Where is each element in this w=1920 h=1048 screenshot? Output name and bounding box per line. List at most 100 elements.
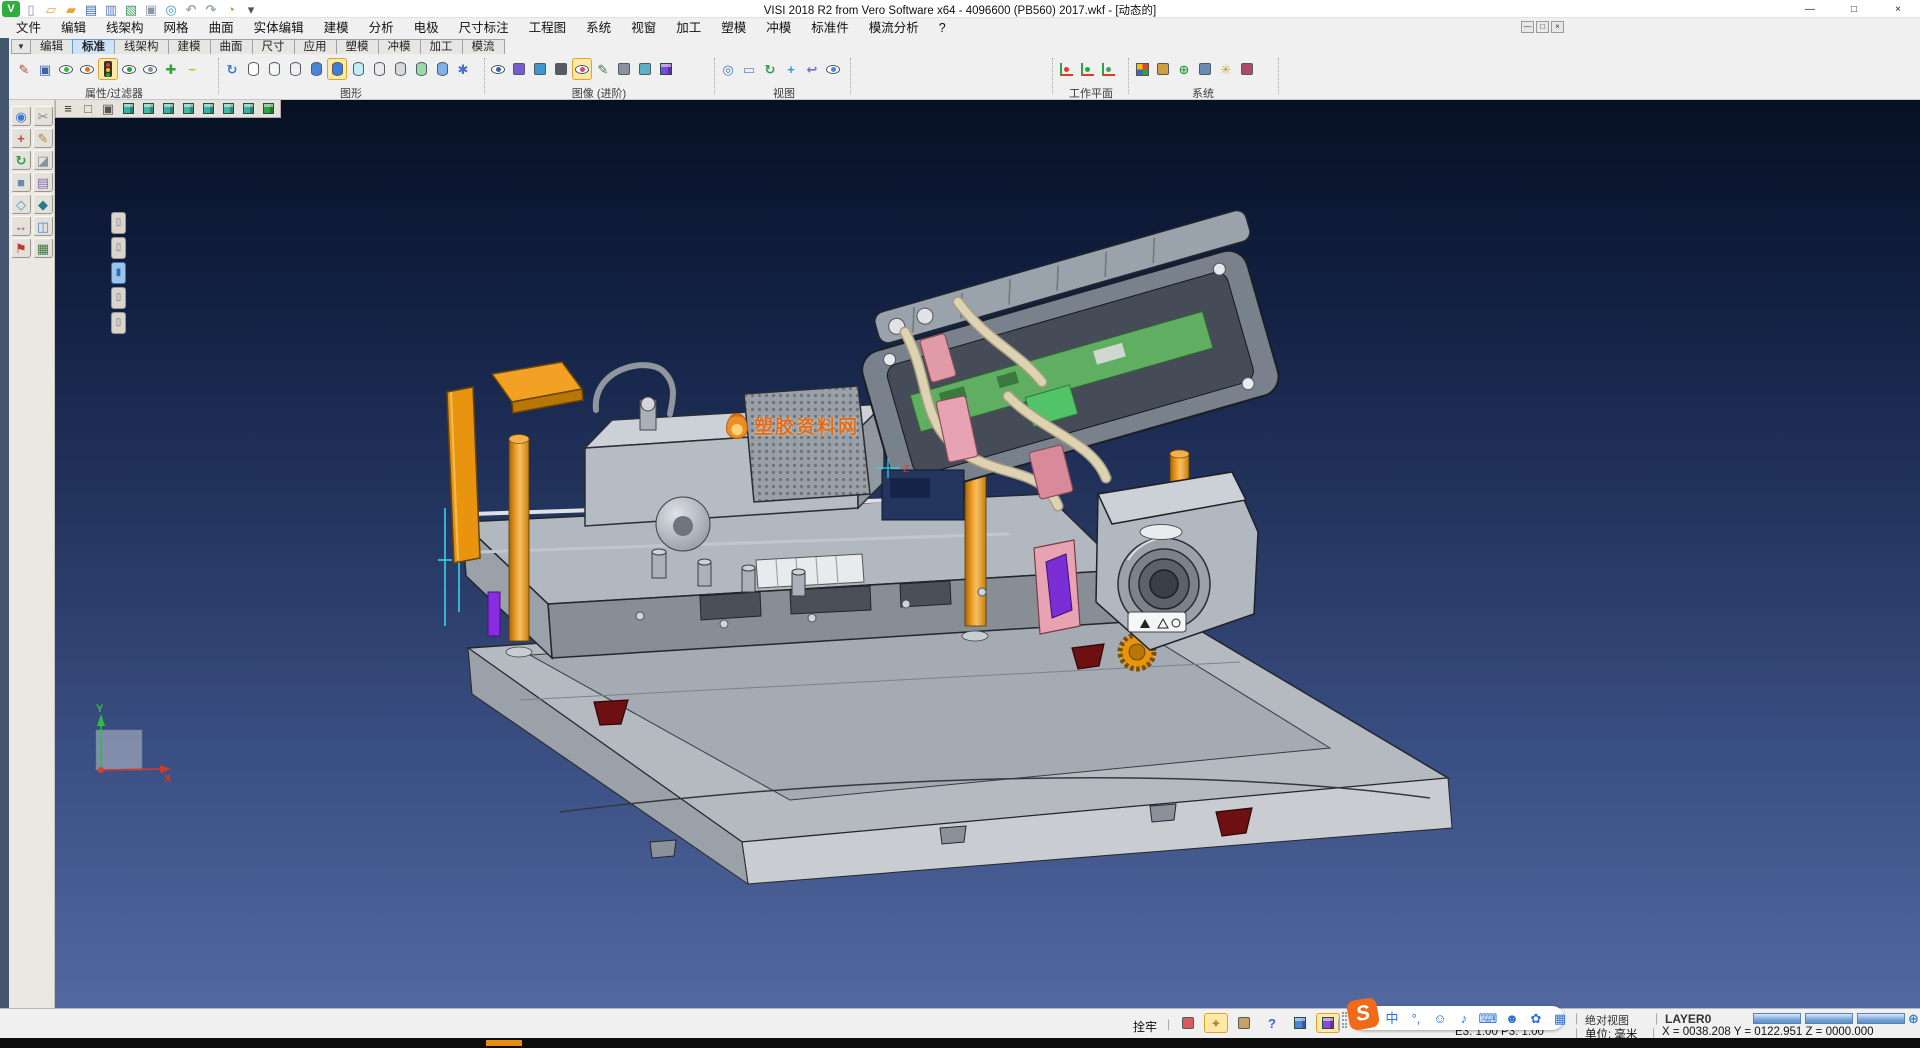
ime-skin[interactable]: ✿ bbox=[1528, 1009, 1544, 1027]
menu-item[interactable]: 编辑 bbox=[51, 18, 96, 38]
hatch-cylinder-icon[interactable] bbox=[390, 58, 410, 80]
active-layer-label[interactable]: LAYER0 bbox=[1665, 1012, 1711, 1026]
windows-taskbar[interactable] bbox=[0, 1038, 1920, 1048]
shaded-edges-cylinder-icon[interactable] bbox=[327, 58, 347, 80]
menu-item[interactable]: ? bbox=[929, 18, 956, 38]
workplane-align-icon[interactable] bbox=[1077, 58, 1097, 80]
menu-item[interactable]: 标准件 bbox=[801, 18, 859, 38]
transparent-cylinder-icon[interactable] bbox=[348, 58, 368, 80]
ime-voice-input[interactable]: ♪ bbox=[1456, 1009, 1472, 1027]
minimize-button[interactable]: — bbox=[1788, 0, 1832, 18]
collapsed-panel-strip[interactable] bbox=[0, 38, 9, 1008]
render-film-icon[interactable] bbox=[551, 58, 571, 80]
view-front-icon[interactable] bbox=[159, 101, 177, 117]
close-button[interactable]: × bbox=[1876, 0, 1920, 18]
ime-soft-keyboard[interactable]: ⌨ bbox=[1480, 1009, 1496, 1027]
mirror-tool-icon[interactable]: ◫ bbox=[33, 216, 53, 236]
image-capture-icon[interactable] bbox=[1153, 58, 1173, 80]
attribute-editor-icon[interactable]: ✎ bbox=[14, 58, 34, 80]
menu-item[interactable]: 尺寸标注 bbox=[449, 18, 519, 38]
pan-view-icon[interactable]: + bbox=[781, 58, 801, 80]
measure-tool-icon[interactable]: ↔ bbox=[11, 216, 31, 236]
zoom-window-icon[interactable]: ▭ bbox=[739, 58, 759, 80]
hidden-line-cylinder-icon[interactable] bbox=[264, 58, 284, 80]
tab-wireframe[interactable]: 线架构 bbox=[114, 39, 169, 54]
workplane-xyz-icon[interactable] bbox=[1056, 58, 1076, 80]
snap-tool-icon[interactable]: + bbox=[11, 128, 31, 148]
menu-item[interactable]: 塑模 bbox=[711, 18, 756, 38]
dynamic-rotate-icon[interactable]: ↻ bbox=[760, 58, 780, 80]
attribute-copy-icon[interactable]: ▣ bbox=[35, 58, 55, 80]
view-back-icon[interactable] bbox=[199, 101, 217, 117]
advanced-shading-icon[interactable] bbox=[488, 58, 508, 80]
sheet-tool-icon[interactable]: ▤ bbox=[33, 172, 53, 192]
menu-item[interactable]: 系统 bbox=[576, 18, 621, 38]
solid-tool-icon[interactable]: ■ bbox=[11, 172, 31, 192]
filter-add-icon[interactable]: ✚ bbox=[161, 58, 181, 80]
ime-toolbox[interactable]: ▦ bbox=[1552, 1009, 1568, 1027]
regen-icon[interactable]: ↻ bbox=[222, 58, 242, 80]
system-settings-icon[interactable]: ⊕ bbox=[1174, 58, 1194, 80]
rotate-tool-icon[interactable]: ↻ bbox=[11, 150, 31, 170]
doc-restore-button[interactable]: □ bbox=[1536, 21, 1549, 33]
zoom-all-icon[interactable]: ◎ bbox=[718, 58, 738, 80]
wireframe-cylinder-icon[interactable] bbox=[243, 58, 263, 80]
menu-item[interactable]: 加工 bbox=[666, 18, 711, 38]
viewport-single-icon[interactable]: □ bbox=[79, 101, 97, 117]
ime-logo-icon[interactable]: S bbox=[1346, 997, 1381, 1032]
reflection-toggle-icon[interactable] bbox=[635, 58, 655, 80]
macro-record-icon[interactable] bbox=[1176, 1013, 1200, 1033]
doc-minimize-button[interactable]: — bbox=[1521, 21, 1534, 33]
box-tool-icon[interactable]: ◆ bbox=[33, 194, 53, 214]
dashed-cylinder-icon[interactable] bbox=[285, 58, 305, 80]
help-icon[interactable]: ? bbox=[1260, 1013, 1284, 1033]
hide-entities-icon[interactable] bbox=[77, 58, 97, 80]
toolbar-config-icon[interactable] bbox=[1195, 58, 1215, 80]
menu-item[interactable]: 实体编辑 bbox=[244, 18, 314, 38]
maximize-button[interactable]: □ bbox=[1832, 0, 1876, 18]
ghost-cylinder-icon[interactable] bbox=[369, 58, 389, 80]
doc-filter-1-icon[interactable]: ▯ bbox=[111, 212, 126, 234]
tab-stamp[interactable]: 冲模 bbox=[378, 39, 421, 54]
view-shaded-cube-icon[interactable] bbox=[259, 101, 277, 117]
tab-modeling[interactable]: 建模 bbox=[168, 39, 211, 54]
viewport-layout-icon[interactable]: ▣ bbox=[99, 101, 117, 117]
erase-tool-icon[interactable]: ◪ bbox=[33, 150, 53, 170]
sketch-tool-icon[interactable]: ✎ bbox=[33, 128, 53, 148]
taskbar-app-indicator[interactable] bbox=[486, 1040, 522, 1046]
arrow-cylinder-icon[interactable] bbox=[432, 58, 452, 80]
ime-emoji[interactable]: ☺ bbox=[1432, 1009, 1448, 1027]
camera-view-icon[interactable] bbox=[823, 58, 843, 80]
magic-select-icon[interactable]: ✦ bbox=[1204, 1013, 1228, 1033]
render-edit-icon[interactable]: ✎ bbox=[593, 58, 613, 80]
view-left-icon[interactable] bbox=[219, 101, 237, 117]
previous-view-icon[interactable]: ↩ bbox=[802, 58, 822, 80]
tab-mold[interactable]: 塑模 bbox=[336, 39, 379, 54]
layer-tool-icon[interactable]: ▦ bbox=[33, 238, 53, 258]
ime-language-toggle[interactable]: 中 bbox=[1384, 1009, 1400, 1027]
tab-surface[interactable]: 曲面 bbox=[210, 39, 253, 54]
ime-drag-handle[interactable] bbox=[1342, 1012, 1347, 1028]
trim-tool-icon[interactable]: ✂ bbox=[33, 106, 53, 126]
menu-item[interactable]: 模流分析 bbox=[859, 18, 929, 38]
doc-filter-3-icon[interactable]: ▮ bbox=[111, 262, 126, 284]
tab-moldflow[interactable]: 模流 bbox=[462, 39, 505, 54]
grid-snap-icon[interactable]: ✳ bbox=[1216, 58, 1236, 80]
ime-punctuation[interactable]: °, bbox=[1408, 1009, 1424, 1027]
menu-item[interactable]: 曲面 bbox=[199, 18, 244, 38]
tab-standard[interactable]: 标准 bbox=[72, 39, 115, 54]
show-entities-icon[interactable] bbox=[56, 58, 76, 80]
plane-tool-icon[interactable]: ◇ bbox=[11, 194, 31, 214]
menu-item[interactable]: 线架构 bbox=[96, 18, 154, 38]
ime-account[interactable]: ☻ bbox=[1504, 1009, 1520, 1027]
doc-filter-2-icon[interactable]: ▯ bbox=[111, 237, 126, 259]
shaded-cylinder-icon[interactable] bbox=[306, 58, 326, 80]
workplane-view-icon[interactable] bbox=[1098, 58, 1118, 80]
menu-item[interactable]: 视窗 bbox=[621, 18, 666, 38]
flag-tool-icon[interactable]: ⚑ bbox=[11, 238, 31, 258]
menu-item[interactable]: 分析 bbox=[359, 18, 404, 38]
tab-edit[interactable]: 编辑 bbox=[30, 39, 73, 54]
visibility-filter-icon[interactable] bbox=[98, 58, 118, 80]
tab-machining[interactable]: 加工 bbox=[420, 39, 463, 54]
refresh-visibility-icon[interactable] bbox=[119, 58, 139, 80]
